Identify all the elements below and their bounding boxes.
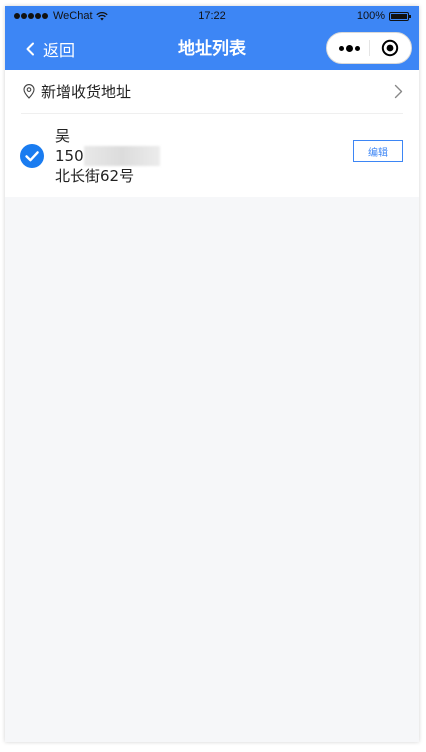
phone-redacted: [83, 146, 160, 166]
target-circle-icon[interactable]: [381, 39, 399, 57]
edit-button[interactable]: 编辑: [353, 140, 403, 162]
battery-percent: 100%: [356, 10, 385, 22]
status-right: 100%: [356, 10, 411, 22]
add-address-row[interactable]: 新增收货地址: [21, 70, 403, 114]
check-circle-icon[interactable]: [20, 144, 44, 168]
phone-prefix: 150: [55, 147, 84, 165]
more-dots-icon[interactable]: [339, 33, 360, 63]
location-pin-icon: [23, 84, 35, 99]
recipient-name: 吴: [55, 127, 71, 145]
battery-fill: [391, 13, 407, 19]
chevron-right-icon: [394, 84, 403, 99]
street-address: 北长街62号: [55, 167, 135, 185]
miniprogram-capsule: [326, 32, 412, 64]
battery-icon: [389, 11, 411, 21]
phone-number: 150: [55, 146, 160, 166]
address-list: 新增收货地址 吴 150 北长街62号 编辑: [5, 70, 419, 197]
capsule-divider: [369, 40, 370, 56]
address-details: 吴 150 北长街62号: [55, 126, 160, 186]
nav-bar: 返回 地址列表: [5, 28, 419, 70]
address-item[interactable]: 吴 150 北长街62号 编辑: [5, 114, 419, 197]
phone-screen: WeChat 17:22 100% 返回 地址列表 新增收货地址 吴 150 北…: [5, 6, 419, 742]
status-bar: WeChat 17:22 100%: [5, 6, 419, 28]
add-address-label: 新增收货地址: [41, 83, 132, 101]
